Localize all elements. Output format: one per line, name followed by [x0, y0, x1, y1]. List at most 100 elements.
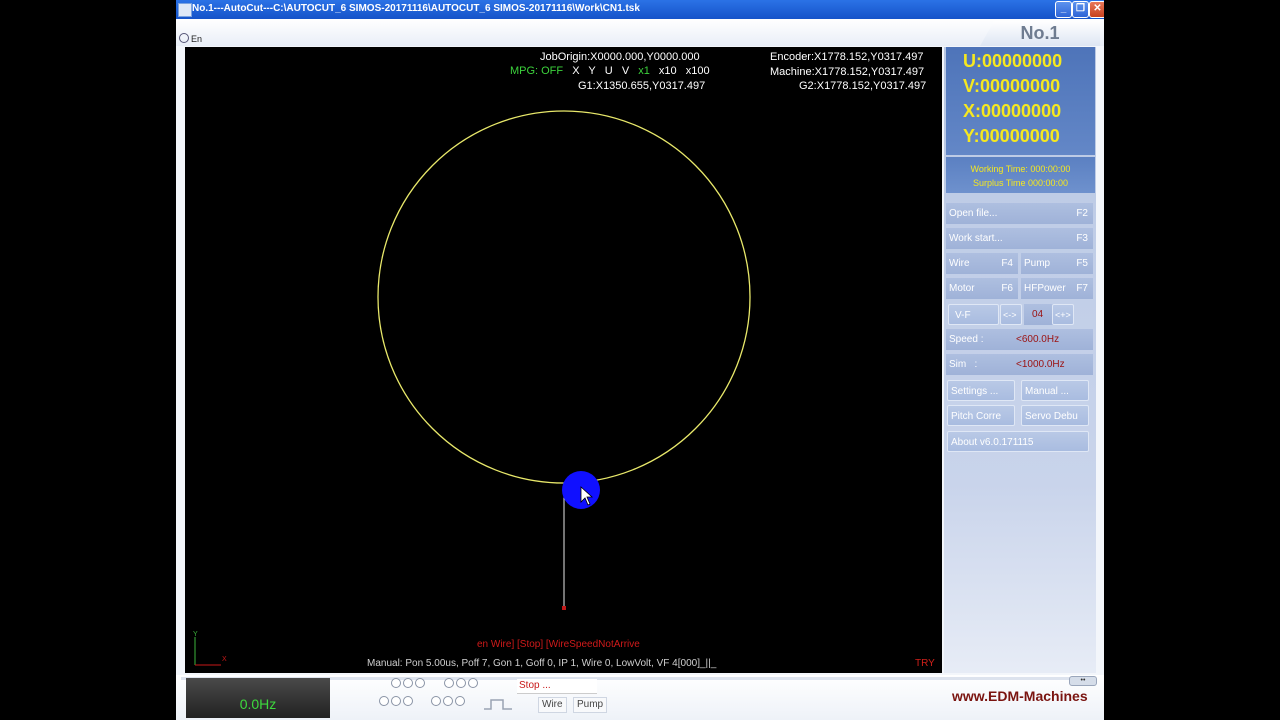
mpg-axis-y[interactable]: Y	[588, 65, 595, 77]
indicator-knob	[444, 678, 454, 688]
indicator-knob	[379, 696, 389, 706]
counter-v: V:00000000	[963, 76, 1061, 96]
mpg-multiplier-x1[interactable]: x1	[638, 65, 650, 77]
indicator-group-4	[431, 696, 467, 709]
indicator-knob	[391, 678, 401, 688]
stop-button[interactable]: Stop ...	[517, 679, 597, 694]
pitch-correction-button[interactable]: Pitch Corre	[947, 405, 1015, 426]
toolpath-circle	[377, 110, 751, 484]
mpg-multiplier-x10[interactable]: x10	[659, 65, 677, 77]
start-point-marker	[562, 606, 566, 610]
speed-row[interactable]: Speed : <600.0Hz	[946, 329, 1093, 350]
website-watermark: www.EDM-Machines	[952, 688, 1088, 704]
close-button[interactable]: ✕	[1089, 1, 1104, 18]
counter-x: X:00000000	[963, 101, 1062, 121]
servo-debug-button[interactable]: Servo Debu	[1021, 405, 1089, 426]
language-label: En	[191, 34, 203, 44]
indicator-knob	[455, 696, 465, 706]
hfpower-button[interactable]: HFPower F7	[1021, 278, 1093, 299]
menu-bar: En No.1	[176, 19, 1104, 46]
hfpower-label: HFPower	[1024, 283, 1066, 294]
open-file-button[interactable]: Open file... F2	[946, 203, 1093, 224]
wire-button[interactable]: Wire F4	[946, 253, 1018, 274]
window-title: No.1---AutoCut---C:\AUTOCUT_6 SIMOS-2017…	[192, 3, 640, 14]
language-selector[interactable]: En	[179, 33, 203, 44]
indicator-knob	[415, 678, 425, 688]
control-panel: U:00000000 V:00000000 X:00000000 Y:00000…	[944, 47, 1096, 673]
indicator-knob	[391, 696, 401, 706]
title-bar[interactable]: No.1---AutoCut---C:\AUTOCUT_6 SIMOS-2017…	[176, 0, 1104, 19]
drawing-canvas[interactable]: Y X JobOrigin:X0000.000,Y0000.000 Encode…	[185, 47, 942, 673]
globe-icon	[179, 33, 189, 43]
work-start-key: F3	[1076, 233, 1088, 244]
hfpower-key: F7	[1076, 283, 1088, 294]
minimize-button[interactable]: _	[1055, 1, 1072, 18]
machine-tab[interactable]: No.1	[980, 21, 1100, 46]
maximize-button[interactable]: ❐	[1072, 1, 1089, 18]
svg-text:X: X	[222, 656, 227, 663]
alarm-status: en Wire] [Stop] [WireSpeedNotArrive	[477, 639, 640, 650]
indicator-group-2	[444, 678, 480, 691]
wire-key: F4	[1001, 258, 1013, 269]
app-icon	[178, 3, 192, 17]
mpg-status: MPG: OFF X Y U V x1 x10 x100	[510, 65, 716, 77]
indicator-knob	[403, 678, 413, 688]
vf-increase-button[interactable]: <+>	[1052, 304, 1074, 325]
settings-button[interactable]: Settings ...	[947, 380, 1015, 401]
work-start-label: Work start...	[949, 233, 1003, 244]
counter-u: U:00000000	[963, 51, 1063, 71]
mpg-axis-u[interactable]: U	[605, 65, 613, 77]
sim-value: <1000.0Hz	[1016, 359, 1065, 370]
axis-counters: U:00000000 V:00000000 X:00000000 Y:00000…	[946, 47, 1095, 155]
surplus-time: Surplus Time 000:00:00	[972, 178, 1069, 188]
machining-params: Manual: Pon 5.00us, Poff 7, Gon 1, Goff …	[367, 658, 717, 669]
mode-indicator: TRY	[915, 658, 935, 669]
motor-button[interactable]: Motor F6	[946, 278, 1018, 299]
g1-readout: G1:X1350.655,Y0317.497	[578, 80, 706, 92]
indicator-knob	[456, 678, 466, 688]
frequency-display: 0.0Hz	[186, 678, 330, 718]
indicator-knob	[443, 696, 453, 706]
speed-value: <600.0Hz	[1016, 334, 1060, 345]
working-time: Working Time: 000:00:00	[970, 164, 1071, 174]
mpg-label: MPG:	[510, 65, 539, 77]
sim-label: Sim :	[949, 359, 978, 370]
vf-decrease-button[interactable]: <->	[1000, 304, 1022, 325]
about-button[interactable]: About v6.0.171115	[947, 431, 1089, 452]
speed-label: Speed :	[949, 334, 984, 345]
motor-label: Motor	[949, 283, 975, 294]
bottom-pump-button[interactable]: Pump	[573, 697, 608, 713]
mpg-axis-x[interactable]: X	[572, 65, 579, 77]
sim-row[interactable]: Sim : <1000.0Hz	[946, 354, 1093, 375]
axis-indicator-icon: Y X	[193, 631, 227, 666]
bottom-bar: •• 0.0Hz Stop ... Wire Pump www.EDM-Mach…	[176, 675, 1104, 720]
work-start-button[interactable]: Work start... F3	[946, 228, 1093, 249]
autocut-window: No.1---AutoCut---C:\AUTOCUT_6 SIMOS-2017…	[176, 0, 1104, 720]
indicator-group-3	[379, 696, 415, 709]
indicator-knob	[468, 678, 478, 688]
scroll-right-button[interactable]: ••	[1069, 676, 1097, 686]
pump-label: Pump	[1024, 258, 1051, 269]
indicator-knob	[403, 696, 413, 706]
indicator-group-1	[391, 678, 427, 691]
vf-value: 04	[1024, 304, 1054, 325]
g2-readout: G2:X1778.152,Y0317.497	[799, 80, 927, 92]
job-origin-readout: JobOrigin:X0000.000,Y0000.000	[540, 51, 700, 63]
motor-key: F6	[1001, 283, 1013, 294]
wire-label: Wire	[949, 258, 970, 269]
encoder-readout: Encoder:X1778.152,Y0317.497	[770, 51, 924, 63]
manual-button[interactable]: Manual ...	[1021, 380, 1089, 401]
open-file-label: Open file...	[949, 208, 998, 219]
mpg-multiplier-x100[interactable]: x100	[686, 65, 710, 77]
pump-button[interactable]: Pump F5	[1021, 253, 1093, 274]
mpg-axis-v[interactable]: V	[622, 65, 629, 77]
mpg-state[interactable]: OFF	[541, 65, 563, 77]
bottom-wire-button[interactable]: Wire	[538, 697, 567, 713]
pulse-waveform-icon	[484, 699, 512, 710]
toolpath-graphic: Y X	[193, 110, 751, 666]
vf-label: V-F	[948, 304, 999, 325]
indicator-knob	[431, 696, 441, 706]
time-display: Working Time: 000:00:00 Surplus Time 000…	[946, 157, 1095, 193]
counter-y: Y:00000000	[963, 126, 1060, 146]
open-file-key: F2	[1076, 208, 1088, 219]
